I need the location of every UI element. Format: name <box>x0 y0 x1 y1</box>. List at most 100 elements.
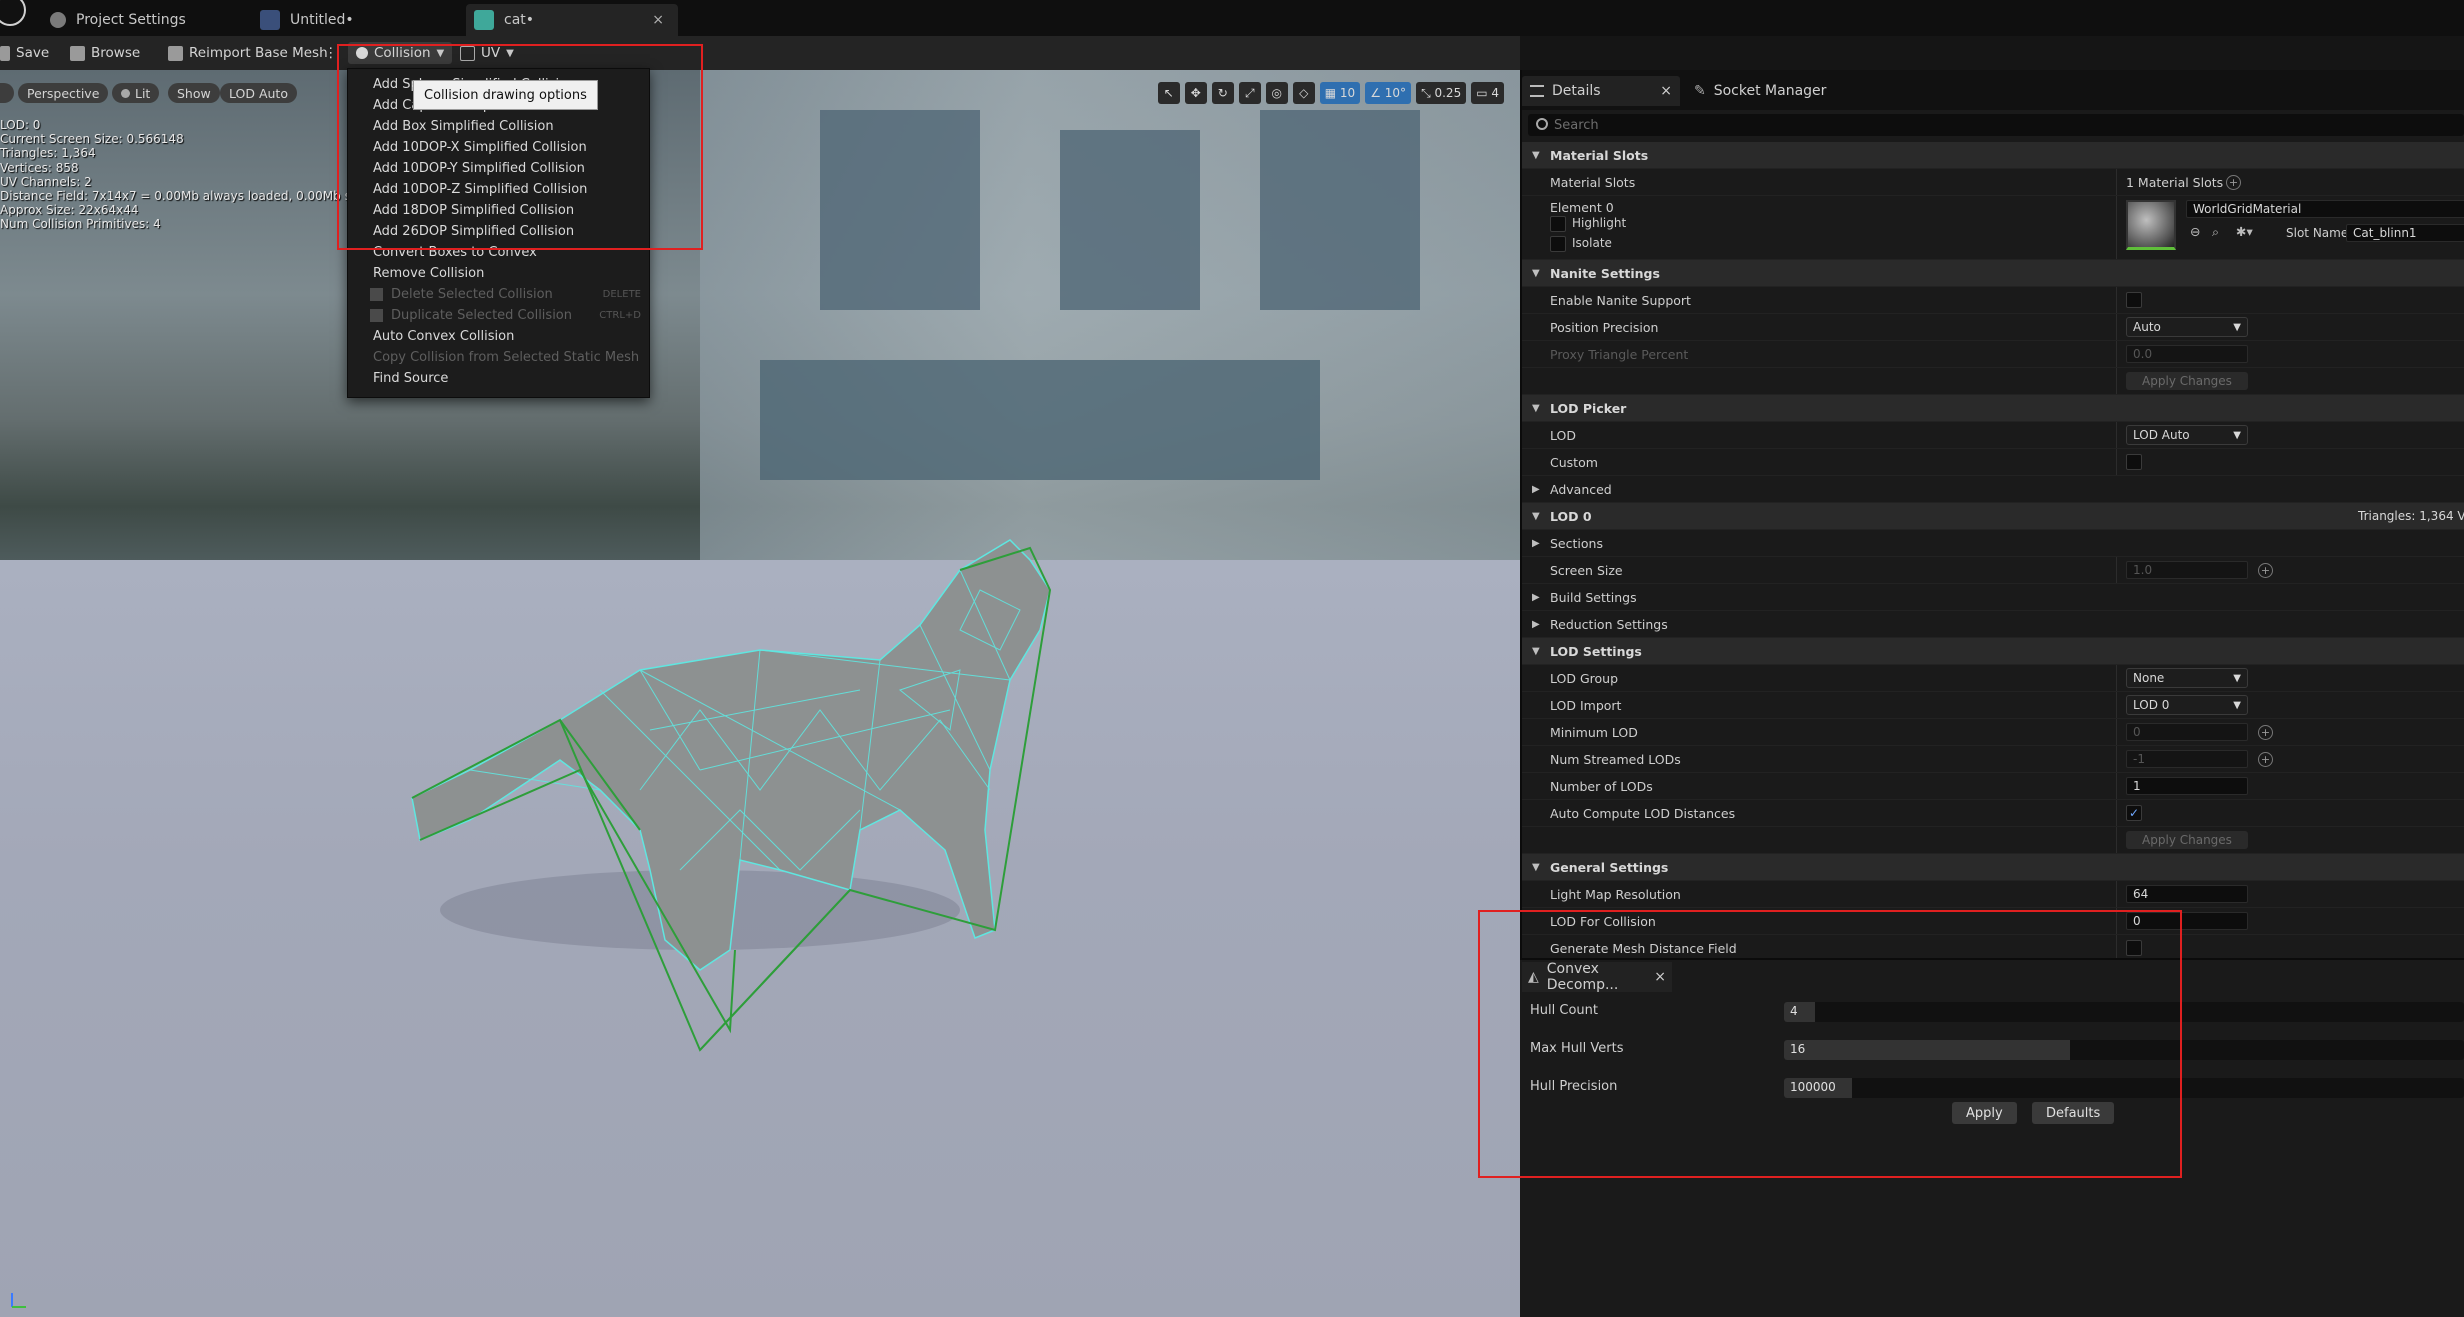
isolate-checkbox[interactable] <box>1550 236 1566 252</box>
hull-precision-value: 100000 <box>1790 1080 1836 1094</box>
lod-button[interactable]: LOD Auto <box>220 83 297 103</box>
section-lod-settings[interactable]: ▼ LOD Settings <box>1522 638 2464 665</box>
details-search-input[interactable]: Search <box>1528 114 2464 136</box>
menu-item-add-26dop[interactable]: Add 26DOP Simplified Collision <box>348 221 649 242</box>
minimum-lod-field: 0 <box>2126 723 2248 741</box>
select-value: LOD 0 <box>2133 698 2170 712</box>
close-icon[interactable]: × <box>1654 969 1666 985</box>
hull-count-slider[interactable]: 4 <box>1784 1002 2464 1022</box>
lod-select[interactable]: LOD Auto ▼ <box>2126 425 2248 445</box>
close-icon[interactable]: × <box>652 12 664 28</box>
row-build-settings[interactable]: ▶ Build Settings <box>1522 584 2464 611</box>
settings-icon[interactable]: ✱▾ <box>2236 224 2253 239</box>
close-icon[interactable]: × <box>1660 83 1672 99</box>
section-lod-picker[interactable]: ▼ LOD Picker <box>1522 395 2464 422</box>
rotation-snap-button[interactable]: ∠ 10° <box>1365 82 1412 104</box>
menu-item-add-10dop-z[interactable]: Add 10DOP-Z Simplified Collision <box>348 179 649 200</box>
add-icon[interactable]: + <box>2258 724 2273 740</box>
show-button[interactable]: Show <box>168 83 220 103</box>
enable-nanite-checkbox[interactable] <box>2126 292 2142 308</box>
stat-line: Vertices: 858 <box>0 160 79 175</box>
menu-item-convert-boxes[interactable]: Convert Boxes to Convex <box>348 242 649 263</box>
perspective-button[interactable]: Perspective <box>18 83 109 103</box>
highlight-checkbox[interactable] <box>1550 216 1566 232</box>
camera-speed-button[interactable]: ▭ 4 <box>1471 82 1504 104</box>
add-icon[interactable]: + <box>2226 174 2241 190</box>
surface-snap-icon[interactable]: ◇ <box>1292 82 1315 104</box>
section-nanite[interactable]: ▼ Nanite Settings <box>1522 260 2464 287</box>
tab-convex-decomposition[interactable]: ◭ Convex Decomp... × <box>1522 961 1672 993</box>
level-icon <box>260 10 280 30</box>
mesh-viewport[interactable]: Perspective Lit Show LOD Auto LOD: 0 Cur… <box>0 70 1520 1317</box>
lod-import-select[interactable]: LOD 0 ▼ <box>2126 695 2248 715</box>
hull-precision-slider[interactable]: 100000 <box>1784 1078 2464 1098</box>
collapse-icon: ▼ <box>1532 510 1540 522</box>
defaults-button[interactable]: Defaults <box>2032 1102 2115 1124</box>
material-slot-count: 1 Material Slots <box>2126 174 2224 190</box>
menu-item-add-10dop-y[interactable]: Add 10DOP-Y Simplified Collision <box>348 158 649 179</box>
menu-item-remove-collision[interactable]: Remove Collision <box>348 263 649 284</box>
save-button[interactable]: Save <box>0 42 49 64</box>
reimport-icon <box>168 45 183 61</box>
custom-checkbox[interactable] <box>2126 454 2142 470</box>
collision-menu-button[interactable]: Collision ▼ <box>348 42 453 64</box>
menu-item-add-10dop-x[interactable]: Add 10DOP-X Simplified Collision <box>348 137 649 158</box>
tab-details[interactable]: Details × <box>1522 76 1680 106</box>
shortcut-label: DELETE <box>602 289 641 300</box>
tab-socket-manager[interactable]: ✎ Socket Manager <box>1694 76 1826 106</box>
unreal-logo-icon[interactable] <box>0 0 26 26</box>
reimport-button[interactable]: Reimport Base Mesh <box>168 42 328 64</box>
rotate-icon[interactable]: ↻ <box>1211 82 1234 104</box>
select-icon[interactable]: ↖ <box>1157 82 1180 104</box>
cat-mesh-wireframe[interactable] <box>0 70 1520 1317</box>
row-advanced[interactable]: ▶ Advanced <box>1522 476 2464 503</box>
select-value: None <box>2133 671 2165 685</box>
tab-project-settings[interactable]: Project Settings <box>50 4 250 36</box>
section-material-slots[interactable]: ▼ Material Slots <box>1522 142 2464 169</box>
menu-item-auto-convex[interactable]: Auto Convex Collision <box>348 326 649 347</box>
tab-untitled[interactable]: Untitled• <box>260 4 460 36</box>
auto-compute-checkbox[interactable]: ✓ <box>2126 805 2142 821</box>
apply-button[interactable]: Apply <box>1952 1102 2017 1124</box>
use-selected-icon[interactable]: ⊖ <box>2190 224 2200 239</box>
scale-icon[interactable]: ⤢ <box>1238 82 1261 104</box>
add-icon[interactable]: + <box>2258 562 2273 578</box>
row-reduction-settings[interactable]: ▶ Reduction Settings <box>1522 611 2464 638</box>
perspective-label: Perspective <box>27 85 100 101</box>
browse-button[interactable]: Browse <box>70 42 140 64</box>
position-precision-select[interactable]: Auto ▼ <box>2126 317 2248 337</box>
element-label: Element 0 <box>1550 200 1614 215</box>
lod-for-collision-field[interactable]: 0 <box>2126 912 2248 930</box>
number-of-lods-field[interactable]: 1 <box>2126 777 2248 795</box>
uv-menu-button[interactable]: UV ▼ <box>460 42 514 64</box>
menu-item-add-box[interactable]: Add Box Simplified Collision <box>348 116 649 137</box>
lit-button[interactable]: Lit <box>112 83 160 103</box>
tab-cat[interactable]: cat• × <box>466 4 678 36</box>
max-hull-verts-slider[interactable]: 16 <box>1784 1040 2464 1060</box>
material-picker[interactable]: WorldGridMaterial <box>2186 200 2464 218</box>
scale-snap-icon: ⤡ <box>1421 85 1435 100</box>
lightmap-resolution-field[interactable]: 64 <box>2126 885 2248 903</box>
proxy-triangle-field: 0.0 <box>2126 345 2248 363</box>
distance-field-checkbox[interactable] <box>2126 940 2142 956</box>
max-hull-verts-label: Max Hull Verts <box>1530 1041 1624 1056</box>
menu-item-find-source[interactable]: Find Source <box>348 368 649 389</box>
browse-icon[interactable]: ⌕ <box>2212 224 2219 240</box>
material-thumbnail[interactable] <box>2126 200 2176 250</box>
slot-name-field[interactable]: Cat_blinn1 <box>2346 224 2464 242</box>
scale-snap-button[interactable]: ⤡ 0.25 <box>1416 82 1467 104</box>
world-icon[interactable]: ◎ <box>1265 82 1288 104</box>
prop-label: Num Streamed LODs <box>1550 751 1681 767</box>
hull-count-value: 4 <box>1790 1004 1798 1018</box>
isolate-label: Isolate <box>1572 236 1612 250</box>
section-lod0[interactable]: ▼ LOD 0 Triangles: 1,364 Ver <box>1522 503 2464 530</box>
menu-item-label: Convert Boxes to Convex <box>373 245 537 260</box>
add-icon[interactable]: + <box>2258 751 2273 767</box>
lod-group-select[interactable]: None ▼ <box>2126 668 2248 688</box>
row-sections[interactable]: ▶ Sections <box>1522 530 2464 557</box>
menu-item-add-18dop[interactable]: Add 18DOP Simplified Collision <box>348 200 649 221</box>
move-icon[interactable]: ✥ <box>1184 82 1207 104</box>
more-options-button[interactable]: ⋮ <box>324 42 338 64</box>
section-general-settings[interactable]: ▼ General Settings <box>1522 854 2464 881</box>
grid-snap-button[interactable]: ▦ 10 <box>1319 82 1361 104</box>
